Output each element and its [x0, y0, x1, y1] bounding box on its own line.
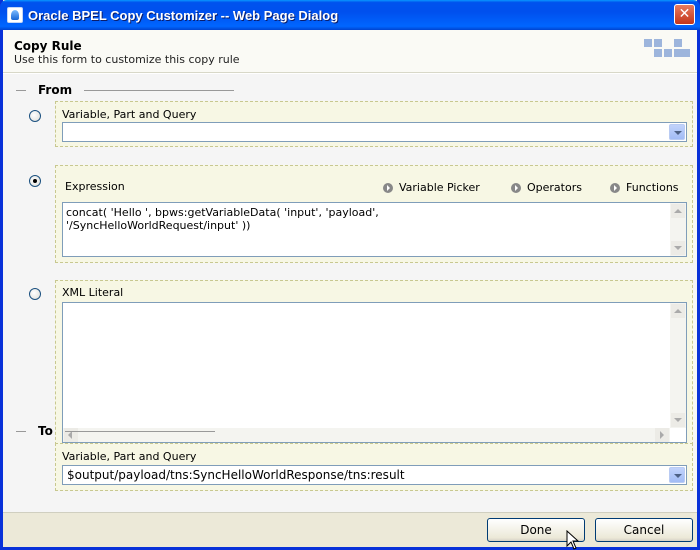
to-legend: To — [16, 424, 215, 438]
ie-page-icon — [7, 7, 23, 23]
from-expression-panel: Expression Variable Picker Operators Fun… — [55, 165, 693, 263]
from-variable-label: Variable, Part and Query — [62, 108, 197, 121]
vertical-scrollbar[interactable] — [670, 203, 686, 256]
from-variable-radio[interactable] — [29, 110, 41, 122]
scroll-up-icon[interactable] — [671, 204, 685, 218]
operators-link[interactable]: Operators — [511, 181, 582, 194]
from-expression-radio[interactable] — [29, 175, 41, 187]
page-subtitle: Use this form to customize this copy rul… — [14, 53, 240, 66]
cancel-button[interactable]: Cancel — [595, 518, 693, 542]
to-variable-value: $output/payload/tns:SyncHelloWorldRespon… — [67, 468, 405, 482]
chevron-down-icon[interactable] — [669, 467, 685, 483]
vertical-scrollbar[interactable] — [670, 303, 686, 428]
footer: Done Cancel — [3, 512, 697, 547]
from-variable-select[interactable] — [62, 122, 687, 142]
arrow-circle-icon — [610, 182, 620, 193]
expression-line-1: concat( 'Hello ', bpws:getVariableData( … — [66, 206, 379, 219]
operators-label: Operators — [527, 181, 582, 194]
dialog-window: Oracle BPEL Copy Customizer -- Web Page … — [0, 0, 700, 550]
page-title: Copy Rule — [14, 39, 82, 53]
expression-label: Expression — [65, 180, 125, 193]
arrow-circle-icon — [511, 182, 521, 193]
mouse-cursor-icon — [566, 530, 580, 550]
to-legend-text: To — [38, 424, 53, 438]
title-bar[interactable]: Oracle BPEL Copy Customizer -- Web Page … — [0, 0, 700, 30]
from-xml-literal-radio[interactable] — [29, 288, 41, 300]
arrow-circle-icon — [383, 182, 393, 193]
from-variable-panel: Variable, Part and Query — [55, 101, 693, 147]
scroll-up-icon[interactable] — [671, 304, 685, 318]
from-legend: From — [16, 83, 235, 97]
variable-picker-link[interactable]: Variable Picker — [383, 181, 480, 194]
header: Copy Rule Use this form to customize thi… — [3, 30, 697, 73]
scroll-down-icon[interactable] — [671, 241, 685, 255]
form-body: From Variable, Part and Query Expression… — [3, 74, 697, 512]
from-legend-text: From — [38, 83, 73, 97]
scroll-right-icon[interactable] — [655, 428, 669, 442]
functions-link[interactable]: Functions — [610, 181, 679, 194]
close-button[interactable]: ✕ — [674, 4, 695, 25]
scroll-down-icon[interactable] — [671, 413, 685, 427]
to-variable-label: Variable, Part and Query — [62, 450, 197, 463]
expression-line-2: '/SyncHelloWorldRequest/input' )) — [66, 219, 251, 232]
expression-textarea[interactable]: concat( 'Hello ', bpws:getVariableData( … — [62, 202, 687, 257]
to-variable-select[interactable]: $output/payload/tns:SyncHelloWorldRespon… — [62, 465, 687, 485]
window-title: Oracle BPEL Copy Customizer -- Web Page … — [28, 8, 339, 23]
xml-literal-label: XML Literal — [62, 286, 124, 299]
to-variable-panel: Variable, Part and Query $output/payload… — [55, 443, 693, 491]
variable-picker-label: Variable Picker — [399, 181, 480, 194]
xml-literal-textarea[interactable] — [62, 302, 687, 443]
chevron-down-icon[interactable] — [669, 124, 685, 140]
functions-label: Functions — [626, 181, 679, 194]
oracle-logo-icon — [644, 39, 690, 61]
dialog-content: Copy Rule Use this form to customize thi… — [3, 30, 697, 547]
